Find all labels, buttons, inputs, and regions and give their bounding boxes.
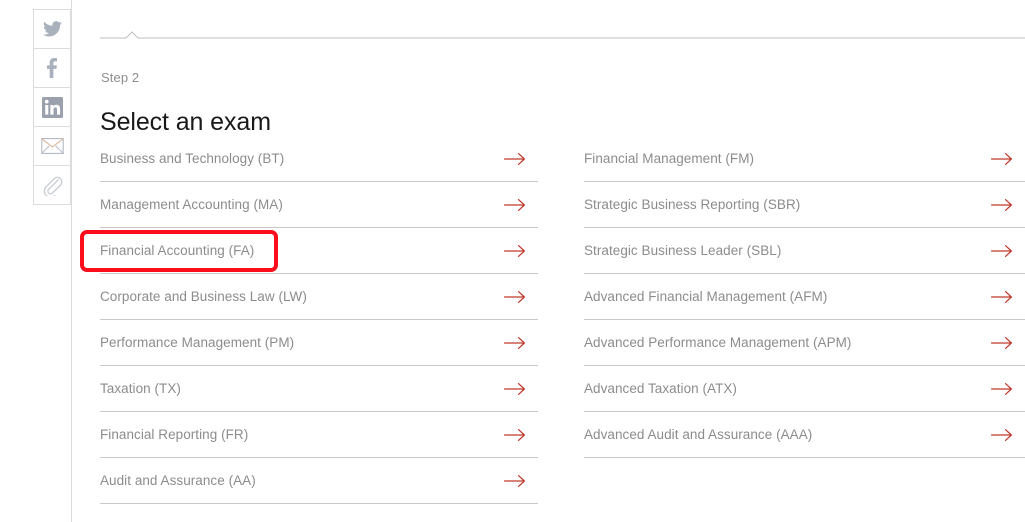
- exam-row-sbl[interactable]: Strategic Business Leader (SBL): [584, 228, 1025, 274]
- step-progress-rule: [100, 24, 1025, 42]
- exam-row-atx[interactable]: Advanced Taxation (ATX): [584, 366, 1025, 412]
- exam-row-tx[interactable]: Taxation (TX): [100, 366, 538, 412]
- exam-row-fm[interactable]: Financial Management (FM): [584, 136, 1025, 182]
- exam-row-sbr[interactable]: Strategic Business Reporting (SBR): [584, 182, 1025, 228]
- exam-label: Financial Reporting (FR): [100, 427, 249, 442]
- exam-list-right-column: Financial Management (FM) Strategic Busin…: [584, 136, 1025, 458]
- arrow-right-icon[interactable]: [504, 336, 526, 350]
- arrow-right-icon[interactable]: [504, 382, 526, 396]
- exam-row-aaa[interactable]: Advanced Audit and Assurance (AAA): [584, 412, 1025, 458]
- exam-label: Performance Management (PM): [100, 335, 295, 350]
- email-icon[interactable]: [34, 127, 70, 166]
- exam-label: Advanced Taxation (ATX): [584, 381, 737, 396]
- social-share-rail: [33, 9, 71, 205]
- arrow-right-icon[interactable]: [991, 244, 1013, 258]
- exam-row-bt[interactable]: Business and Technology (BT): [100, 136, 538, 182]
- arrow-right-icon[interactable]: [504, 152, 526, 166]
- page-title: Select an exam: [100, 107, 271, 136]
- exam-label: Financial Management (FM): [584, 151, 755, 166]
- exam-row-apm[interactable]: Advanced Performance Management (APM): [584, 320, 1025, 366]
- page-root: Step 2 Select an exam Business and Techn…: [0, 0, 1025, 522]
- exam-label: Advanced Financial Management (AFM): [584, 289, 828, 304]
- exam-label: Strategic Business Reporting (SBR): [584, 197, 801, 212]
- exam-row-fr[interactable]: Financial Reporting (FR): [100, 412, 538, 458]
- arrow-right-icon[interactable]: [504, 244, 526, 258]
- exam-list-left-column: Business and Technology (BT) Management A…: [100, 136, 538, 504]
- main-content: Step 2 Select an exam Business and Techn…: [100, 0, 1025, 522]
- link-icon[interactable]: [34, 166, 70, 205]
- step-label: Step 2: [101, 70, 140, 85]
- arrow-right-icon[interactable]: [504, 428, 526, 442]
- arrow-right-icon[interactable]: [991, 336, 1013, 350]
- rail-divider: [71, 0, 72, 522]
- arrow-right-icon[interactable]: [504, 474, 526, 488]
- exam-row-fa[interactable]: Financial Accounting (FA): [100, 228, 538, 274]
- arrow-right-icon[interactable]: [991, 152, 1013, 166]
- linkedin-icon[interactable]: [34, 88, 70, 127]
- exam-label: Taxation (TX): [100, 381, 181, 396]
- exam-label: Business and Technology (BT): [100, 151, 285, 166]
- exam-label: Advanced Audit and Assurance (AAA): [584, 427, 813, 442]
- facebook-icon[interactable]: [34, 49, 70, 88]
- arrow-right-icon[interactable]: [991, 428, 1013, 442]
- arrow-right-icon[interactable]: [504, 198, 526, 212]
- exam-label: Advanced Performance Management (APM): [584, 335, 852, 350]
- exam-label: Audit and Assurance (AA): [100, 473, 256, 488]
- exam-row-aa[interactable]: Audit and Assurance (AA): [100, 458, 538, 504]
- arrow-right-icon[interactable]: [991, 382, 1013, 396]
- exam-row-lw[interactable]: Corporate and Business Law (LW): [100, 274, 538, 320]
- arrow-right-icon[interactable]: [991, 198, 1013, 212]
- arrow-right-icon[interactable]: [991, 290, 1013, 304]
- exam-row-afm[interactable]: Advanced Financial Management (AFM): [584, 274, 1025, 320]
- exam-row-ma[interactable]: Management Accounting (MA): [100, 182, 538, 228]
- exam-label: Financial Accounting (FA): [100, 243, 255, 258]
- exam-label: Management Accounting (MA): [100, 197, 283, 212]
- exam-label: Corporate and Business Law (LW): [100, 289, 307, 304]
- exam-row-pm[interactable]: Performance Management (PM): [100, 320, 538, 366]
- arrow-right-icon[interactable]: [504, 290, 526, 304]
- exam-label: Strategic Business Leader (SBL): [584, 243, 782, 258]
- twitter-icon[interactable]: [34, 10, 70, 49]
